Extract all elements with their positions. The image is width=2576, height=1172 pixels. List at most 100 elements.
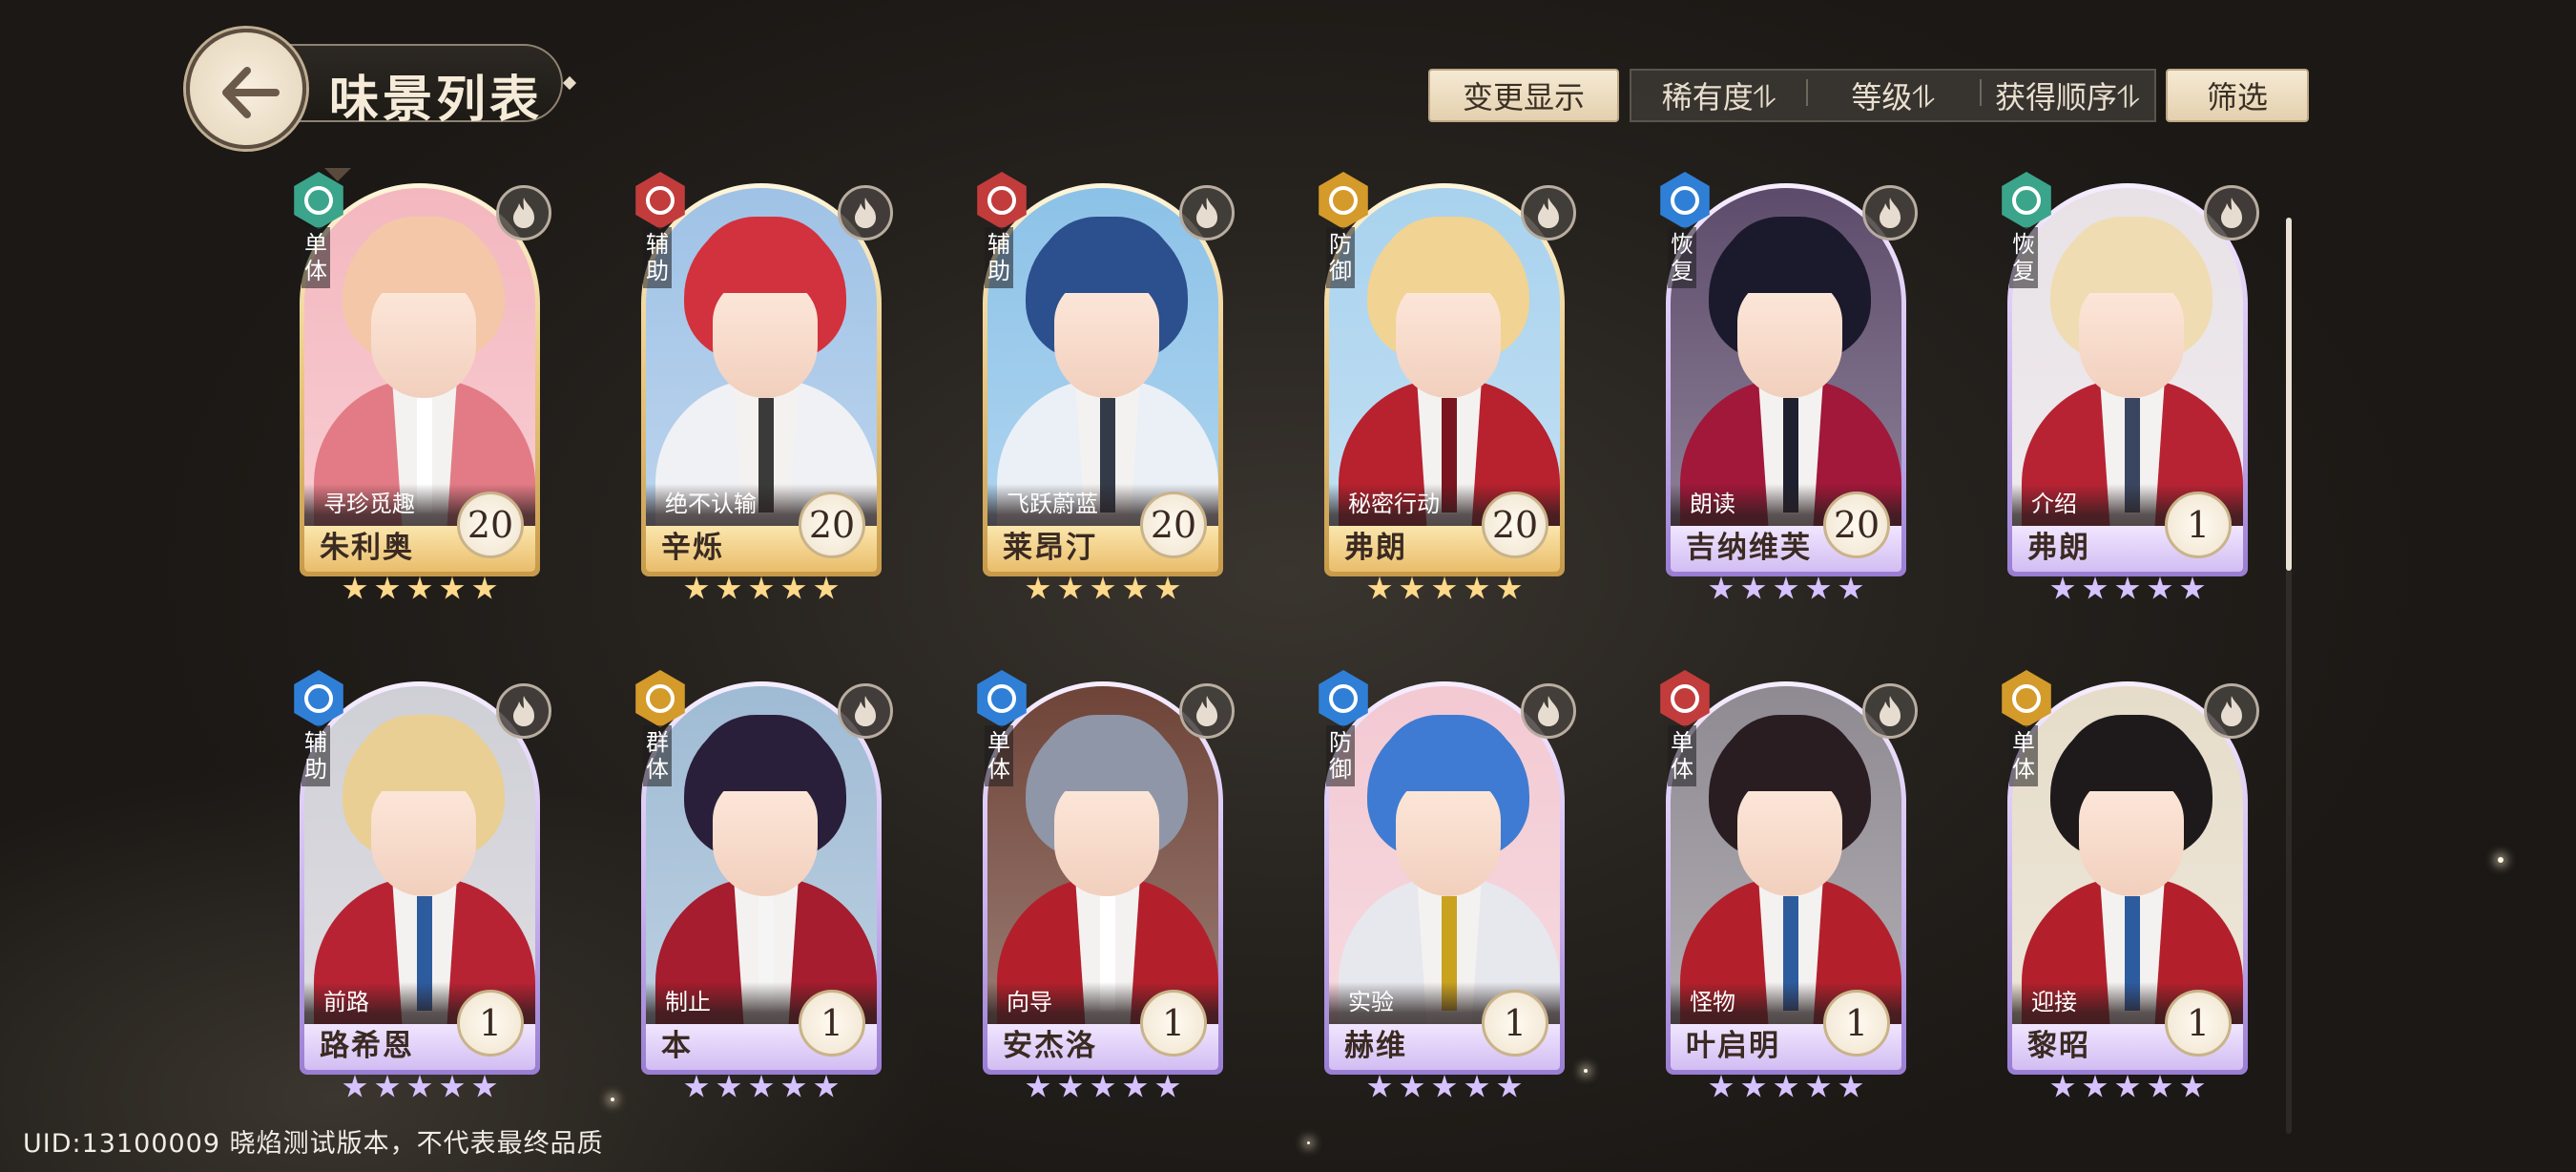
character-card[interactable]: 绝不认输 辛烁 20 辅助: [635, 172, 893, 599]
star-icon: [1497, 1075, 1522, 1098]
character-portrait: 飞跃蔚蓝 莱昂汀 20: [987, 188, 1218, 572]
star-rating: [647, 576, 876, 601]
card-subtitle: 飞跃蔚蓝: [1007, 491, 1098, 517]
character-name: 弗朗: [1344, 531, 1407, 565]
arrow-left-icon: [222, 67, 280, 118]
star-icon: [375, 576, 400, 599]
role-label: 单体: [2009, 725, 2038, 786]
role-label: 单体: [301, 227, 330, 288]
role-label: 群体: [643, 725, 672, 786]
card-frame: 介绍 弗朗 1: [2007, 183, 2248, 576]
filter-button[interactable]: 筛选: [2166, 69, 2309, 122]
star-rating: [1672, 576, 1901, 601]
sparkle-decoration: [1307, 1141, 1310, 1144]
character-card[interactable]: 实验 赫维 1 防御: [1319, 670, 1576, 1098]
star-icon: [1774, 576, 1798, 599]
scrollbar[interactable]: [2286, 218, 2292, 1134]
star-rating: [2013, 1075, 2242, 1099]
star-icon: [440, 1075, 465, 1098]
star-icon: [2180, 1075, 2205, 1098]
star-rating: [1330, 1075, 1559, 1099]
character-name: 路希恩: [320, 1029, 414, 1063]
star-icon: [1741, 576, 1766, 599]
star-icon: [375, 1075, 400, 1098]
change-display-button[interactable]: 变更显示: [1428, 69, 1619, 122]
scrollbar-thumb[interactable]: [2286, 218, 2292, 571]
role-label: 恢复: [2009, 227, 2038, 288]
star-icon: [2050, 576, 2075, 599]
flame-icon: [1521, 185, 1576, 241]
flame-icon: [838, 683, 893, 739]
level-badge: 20: [1140, 492, 1207, 558]
star-icon: [1058, 576, 1083, 599]
star-icon: [1432, 1075, 1457, 1098]
level-badge: 1: [1482, 990, 1548, 1057]
level-badge: 20: [457, 492, 524, 558]
character-name: 本: [661, 1029, 693, 1063]
flame-icon: [496, 185, 551, 241]
card-frame: 飞跃蔚蓝 莱昂汀 20: [983, 183, 1223, 576]
star-icon: [684, 1075, 709, 1098]
character-name: 弗朗: [2027, 531, 2090, 565]
character-portrait: 怪物 叶启明 1: [1671, 686, 1901, 1070]
character-portrait: 寻珍觅趣 朱利奥 20: [304, 188, 535, 572]
star-icon: [781, 576, 806, 599]
character-card[interactable]: 介绍 弗朗 1 恢复: [2002, 172, 2259, 599]
character-card[interactable]: 迎接 黎昭 1 单体: [2002, 670, 2259, 1098]
card-subtitle: 寻珍觅趣: [323, 491, 415, 517]
character-card[interactable]: 制止 本 1 群体: [635, 670, 893, 1098]
card-frame: 前路 路希恩 1: [300, 681, 540, 1075]
character-portrait: 迎接 黎昭 1: [2012, 686, 2243, 1070]
card-subtitle: 介绍: [2031, 491, 2077, 517]
flame-icon: [496, 683, 551, 739]
card-frame: 秘密行动 弗朗 20: [1324, 183, 1565, 576]
card-frame: 制止 本 1: [641, 681, 882, 1075]
character-card[interactable]: 寻珍觅趣 朱利奥 20 单体: [294, 172, 551, 599]
star-rating: [647, 1075, 876, 1099]
level-badge: 1: [799, 990, 865, 1057]
level-badge: 20: [1823, 492, 1890, 558]
role-label: 辅助: [643, 227, 672, 288]
character-portrait: 前路 路希恩 1: [304, 686, 535, 1070]
footer-text: UID:13100009 晓焰测试版本，不代表最终品质: [23, 1129, 604, 1159]
star-icon: [717, 1075, 741, 1098]
character-card[interactable]: 朗读 吉纳维芙 20 恢复: [1660, 172, 1918, 599]
sort-acquired-button[interactable]: 获得顺序⥮: [1980, 73, 2154, 117]
star-icon: [1367, 1075, 1392, 1098]
character-card[interactable]: 怪物 叶启明 1 单体: [1660, 670, 1918, 1098]
star-icon: [2180, 576, 2205, 599]
character-portrait: 向导 安杰洛 1: [987, 686, 1218, 1070]
level-badge: 1: [1140, 990, 1207, 1057]
card-subtitle: 绝不认输: [665, 491, 757, 517]
star-icon: [1465, 1075, 1489, 1098]
back-button[interactable]: [186, 29, 306, 149]
star-icon: [717, 576, 741, 599]
character-card[interactable]: 前路 路希恩 1 辅助: [294, 670, 551, 1098]
star-icon: [2148, 1075, 2172, 1098]
sort-level-button[interactable]: 等级⥮: [1805, 73, 1981, 117]
card-frame: 实验 赫维 1: [1324, 681, 1565, 1075]
character-portrait: 实验 赫维 1: [1329, 686, 1560, 1070]
star-icon: [749, 1075, 774, 1098]
card-subtitle: 向导: [1007, 989, 1052, 1015]
star-icon: [343, 576, 367, 599]
star-icon: [1839, 1075, 1863, 1098]
star-icon: [1367, 576, 1392, 599]
star-icon: [1123, 1075, 1148, 1098]
character-card[interactable]: 飞跃蔚蓝 莱昂汀 20 辅助: [977, 172, 1235, 599]
star-icon: [1741, 1075, 1766, 1098]
sort-bar: 稀有度⥮ 等级⥮ 获得顺序⥮: [1630, 69, 2156, 122]
character-card[interactable]: 向导 安杰洛 1 单体: [977, 670, 1235, 1098]
card-subtitle: 怪物: [1690, 989, 1735, 1015]
role-label: 恢复: [1668, 227, 1696, 288]
star-icon: [749, 576, 774, 599]
character-card[interactable]: 秘密行动 弗朗 20 防御: [1319, 172, 1576, 599]
flame-icon: [1179, 683, 1235, 739]
sort-rarity-button[interactable]: 稀有度⥮: [1631, 73, 1806, 117]
flame-icon: [1862, 185, 1918, 241]
character-name: 辛烁: [661, 531, 724, 565]
star-rating: [1672, 1075, 1901, 1099]
level-badge: 20: [799, 492, 865, 558]
star-icon: [1497, 576, 1522, 599]
level-badge: 1: [2165, 990, 2232, 1057]
